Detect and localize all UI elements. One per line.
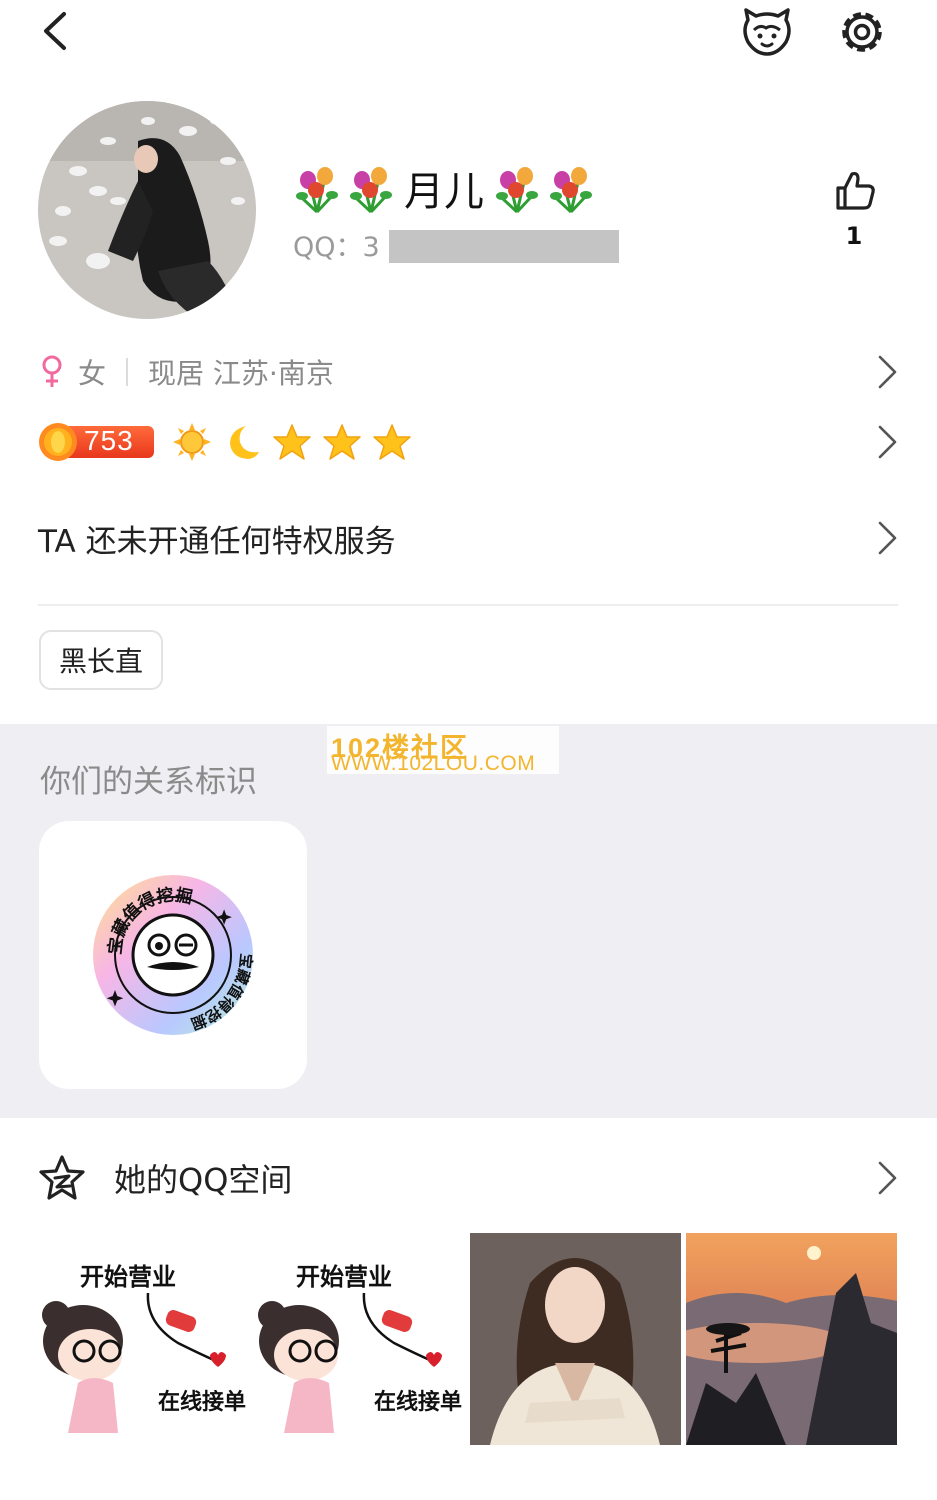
qzone-star-icon [39,1155,85,1200]
avatar-photo [38,101,256,319]
star-icon [323,424,361,460]
privilege-text: TA 还未开通任何特权服务 [38,523,396,560]
star-icon [273,424,311,460]
photo-bottom-text: 在线接单 [158,1389,246,1415]
qq-number-redaction [389,230,619,263]
gender-text: 女 [78,357,107,390]
nickname-row: 月儿 [292,160,596,216]
chevron-right-icon [878,355,897,389]
qq-number: QQ：3 [293,224,380,264]
photo-top-text: 开始营业 [296,1263,392,1291]
cat-face-icon [743,8,791,56]
gear-icon [842,12,882,52]
photo-bottom-text: 在线接单 [374,1389,462,1415]
location-text: 现居 江苏·南京 [148,357,334,390]
portrait-photo [470,1233,681,1445]
level-number: 753 [84,425,134,456]
qzone-photo-3[interactable] [470,1233,681,1445]
qzone-photo-4[interactable] [686,1233,897,1445]
privilege-row[interactable]: TA 还未开通任何特权服务 [38,510,898,566]
relationship-badge-card[interactable]: 宝藏值得挖掘 宝藏值得挖掘 [39,821,307,1089]
flower-bouquet-icon [350,167,392,214]
level-badge: 753 [38,422,156,462]
flower-bouquet-icon [496,167,538,214]
back-arrow-icon [44,12,66,50]
level-row[interactable]: 753 [38,416,898,468]
section-divider [38,604,898,606]
back-button[interactable] [36,8,76,54]
watermark: 102楼社区 WWW.102LOU.COM [327,726,559,775]
flower-bouquet-icon [550,167,592,214]
qzone-title: 她的QQ空间 [114,1161,293,1199]
chevron-right-icon [878,1161,897,1195]
avatar[interactable] [38,101,256,319]
level-icons [172,422,412,462]
treasure-badge-icon: 宝藏值得挖掘 宝藏值得挖掘 [93,875,255,1035]
basic-info-row[interactable]: 女 现居 江苏·南京 [38,348,898,396]
cartoon-girl-photo: 开始营业 在线接单 [38,1233,249,1445]
sunset-mountain-photo [686,1233,897,1445]
nickname: 月儿 [404,169,484,215]
flower-bouquet-icon [296,167,338,214]
qzone-photo-2[interactable]: 开始营业 在线接单 [254,1233,465,1445]
coin-icon [39,423,77,461]
chevron-right-icon [878,425,897,459]
moon-icon [230,426,259,459]
divider [126,358,129,386]
chevron-right-icon [878,521,897,555]
thumbs-up-icon [836,171,875,210]
star-icon [373,424,411,460]
cartoon-girl-photo: 开始营业 在线接单 [254,1233,465,1445]
like-button[interactable] [832,168,878,214]
qzone-photo-1[interactable]: 开始营业 在线接单 [38,1233,249,1445]
qq-number-text: QQ：3 [293,231,380,263]
relationship-title: 你们的关系标识 [40,764,257,800]
qzone-row[interactable]: 她的QQ空间 [38,1150,898,1206]
photo-top-text: 开始营业 [80,1263,176,1291]
female-icon [42,355,62,387]
watermark-line2: WWW.102LOU.COM [331,752,536,775]
pet-button[interactable] [740,6,794,58]
qzone-photos: 开始营业 在线接单 开始营业 在线接单 [38,1233,899,1445]
like-count: 1 [845,222,863,250]
settings-button[interactable] [836,6,888,58]
profile-tag[interactable]: 黑长直 [39,630,164,690]
sun-icon [173,423,211,461]
top-bar [0,0,937,70]
